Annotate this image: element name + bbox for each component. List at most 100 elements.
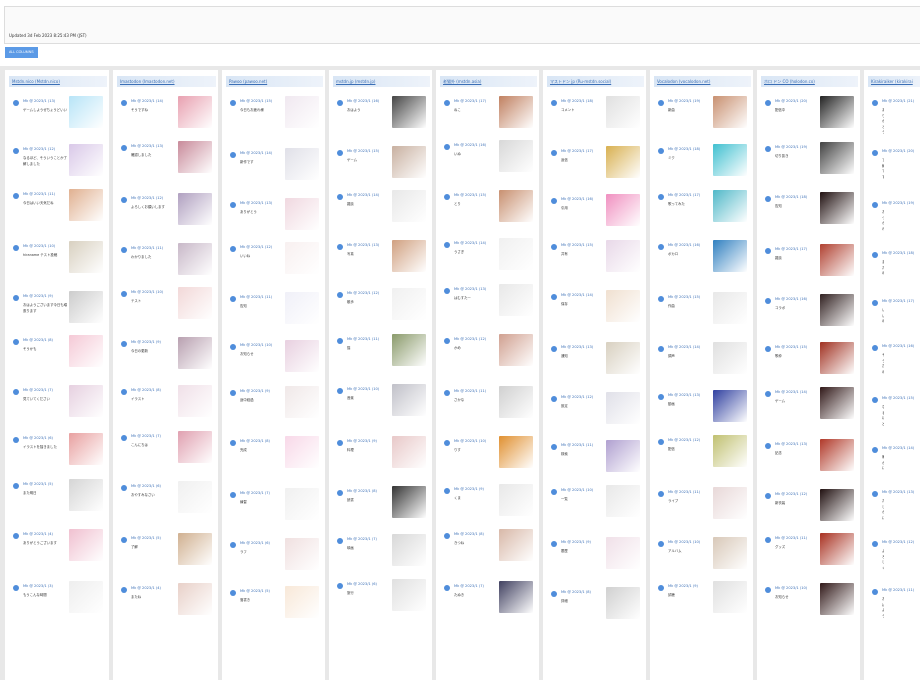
entry-thumbnail[interactable] bbox=[285, 340, 319, 372]
entry-thumbnail[interactable] bbox=[820, 342, 854, 374]
entry-user-link[interactable]: Mk @ 2023/1 (16) bbox=[561, 197, 593, 201]
entry-thumbnail[interactable] bbox=[392, 579, 426, 611]
entry-user-link[interactable]: Mk @ 2023/1 (5) bbox=[131, 536, 161, 540]
entry-user-link[interactable]: Mk @ 2023/1 (19) bbox=[668, 99, 700, 103]
entry-user-link[interactable]: Mk @ 2023/1 (12) bbox=[454, 337, 486, 341]
entry-user-link[interactable]: Mk @ 2023/1 (18) bbox=[668, 147, 700, 151]
entry-user-link[interactable]: Mk @ 2023/1 (13) bbox=[668, 393, 700, 397]
entry-user-link[interactable]: Mk @ 2023/1 (15) bbox=[454, 193, 486, 197]
entry-thumbnail[interactable] bbox=[69, 479, 103, 511]
entry-user-link[interactable]: Mk @ 2023/1 (14) bbox=[882, 446, 914, 450]
entry-user-link[interactable]: Mk @ 2023/1 (4) bbox=[131, 586, 161, 590]
entry-thumbnail[interactable] bbox=[713, 240, 747, 272]
entry-thumbnail[interactable] bbox=[820, 96, 854, 128]
entry-user-link[interactable]: Mk @ 2023/1 (13) bbox=[131, 144, 163, 148]
entry-user-link[interactable]: Mk @ 2023/1 (18) bbox=[561, 99, 593, 103]
entry-thumbnail[interactable] bbox=[69, 335, 103, 367]
entry-user-link[interactable]: Mk @ 2023/1 (16) bbox=[882, 344, 914, 348]
entry-user-link[interactable]: Mk @ 2023/1 (14) bbox=[561, 293, 593, 297]
entry-user-link[interactable]: Mk @ 2023/1 (7) bbox=[240, 491, 270, 495]
entry-thumbnail[interactable] bbox=[69, 189, 103, 221]
entry-thumbnail[interactable] bbox=[499, 529, 533, 561]
entry-user-link[interactable]: Mk @ 2023/1 (13) bbox=[23, 99, 55, 103]
entry-thumbnail[interactable] bbox=[69, 96, 103, 128]
entry-thumbnail[interactable] bbox=[69, 291, 103, 323]
entry-user-link[interactable]: Mk @ 2023/1 (8) bbox=[347, 489, 377, 493]
entry-user-link[interactable]: Mk @ 2023/1 (13) bbox=[240, 201, 272, 205]
entry-user-link[interactable]: Mk @ 2023/1 (19) bbox=[882, 201, 914, 205]
entry-thumbnail[interactable] bbox=[178, 583, 212, 615]
entry-user-link[interactable]: Mk @ 2023/1 (10) bbox=[668, 540, 700, 544]
entry-thumbnail[interactable] bbox=[820, 387, 854, 419]
entry-thumbnail[interactable] bbox=[285, 586, 319, 618]
column-title-link[interactable]: マストドン jp (Ru-mstdn.social) bbox=[547, 76, 644, 87]
entry-thumbnail[interactable] bbox=[606, 342, 640, 374]
entry-thumbnail[interactable] bbox=[392, 190, 426, 222]
entry-user-link[interactable]: Mk @ 2023/1 (6) bbox=[131, 484, 161, 488]
entry-user-link[interactable]: Mk @ 2023/1 (11) bbox=[561, 443, 593, 447]
entry-user-link[interactable]: Mk @ 2023/1 (6) bbox=[347, 582, 377, 586]
entry-thumbnail[interactable] bbox=[499, 436, 533, 468]
entry-user-link[interactable]: Mk @ 2023/1 (8) bbox=[561, 590, 591, 594]
entry-user-link[interactable]: Mk @ 2023/1 (8) bbox=[240, 439, 270, 443]
entry-user-link[interactable]: Mk @ 2023/1 (16) bbox=[347, 99, 379, 103]
entry-user-link[interactable]: Mk @ 2023/1 (15) bbox=[561, 243, 593, 247]
entry-thumbnail[interactable] bbox=[606, 587, 640, 619]
entry-user-link[interactable]: Mk @ 2023/1 (6) bbox=[23, 436, 53, 440]
column-title-link[interactable]: Vocalodon (vocalodon.net) bbox=[654, 76, 751, 87]
entry-thumbnail[interactable] bbox=[178, 481, 212, 513]
entry-thumbnail[interactable] bbox=[392, 146, 426, 178]
entry-user-link[interactable]: Mk @ 2023/1 (12) bbox=[131, 196, 163, 200]
entry-thumbnail[interactable] bbox=[713, 537, 747, 569]
entry-user-link[interactable]: Mk @ 2023/1 (5) bbox=[23, 482, 53, 486]
entry-user-link[interactable]: Mk @ 2023/1 (9) bbox=[454, 487, 484, 491]
entry-thumbnail[interactable] bbox=[499, 190, 533, 222]
entry-user-link[interactable]: Mk @ 2023/1 (14) bbox=[347, 193, 379, 197]
entry-user-link[interactable]: Mk @ 2023/1 (10) bbox=[561, 488, 593, 492]
entry-user-link[interactable]: Mk @ 2023/1 (12) bbox=[240, 245, 272, 249]
entry-user-link[interactable]: Mk @ 2023/1 (11) bbox=[454, 389, 486, 393]
entry-thumbnail[interactable] bbox=[713, 581, 747, 613]
entry-user-link[interactable]: Mk @ 2023/1 (13) bbox=[775, 442, 807, 446]
entry-user-link[interactable]: Mk @ 2023/1 (13) bbox=[882, 490, 914, 494]
entry-user-link[interactable]: Mk @ 2023/1 (9) bbox=[668, 584, 698, 588]
entry-user-link[interactable]: Mk @ 2023/1 (11) bbox=[668, 490, 700, 494]
entry-thumbnail[interactable] bbox=[499, 96, 533, 128]
entry-user-link[interactable]: Mk @ 2023/1 (12) bbox=[347, 291, 379, 295]
entry-thumbnail[interactable] bbox=[285, 538, 319, 570]
column-title-link[interactable]: Imastodon (Imastodon.net) bbox=[117, 76, 216, 87]
entry-user-link[interactable]: Mk @ 2023/1 (10) bbox=[347, 387, 379, 391]
entry-thumbnail[interactable] bbox=[285, 436, 319, 468]
entry-user-link[interactable]: Mk @ 2023/1 (12) bbox=[668, 438, 700, 442]
entry-user-link[interactable]: Mk @ 2023/1 (18) bbox=[775, 195, 807, 199]
entry-user-link[interactable]: Mk @ 2023/1 (12) bbox=[561, 395, 593, 399]
entry-thumbnail[interactable] bbox=[392, 288, 426, 320]
entry-user-link[interactable]: Mk @ 2023/1 (7) bbox=[454, 584, 484, 588]
entry-user-link[interactable]: Mk @ 2023/1 (12) bbox=[23, 147, 55, 151]
entry-thumbnail[interactable] bbox=[285, 242, 319, 274]
entry-user-link[interactable]: Mk @ 2023/1 (9) bbox=[131, 340, 161, 344]
entry-user-link[interactable]: Mk @ 2023/1 (15) bbox=[240, 99, 272, 103]
entry-user-link[interactable]: Mk @ 2023/1 (9) bbox=[347, 439, 377, 443]
entry-user-link[interactable]: Mk @ 2023/1 (10) bbox=[23, 244, 55, 248]
entry-user-link[interactable]: Mk @ 2023/1 (16) bbox=[454, 143, 486, 147]
entry-thumbnail[interactable] bbox=[178, 385, 212, 417]
entry-user-link[interactable]: Mk @ 2023/1 (5) bbox=[240, 589, 270, 593]
entry-thumbnail[interactable] bbox=[392, 436, 426, 468]
entry-thumbnail[interactable] bbox=[713, 96, 747, 128]
entry-user-link[interactable]: Mk @ 2023/1 (8) bbox=[131, 388, 161, 392]
entry-user-link[interactable]: Mk @ 2023/1 (11) bbox=[240, 295, 272, 299]
entry-user-link[interactable]: Mk @ 2023/1 (16) bbox=[775, 297, 807, 301]
entry-user-link[interactable]: Mk @ 2023/1 (3) bbox=[23, 584, 53, 588]
entry-thumbnail[interactable] bbox=[392, 96, 426, 128]
entry-user-link[interactable]: Mk @ 2023/1 (20) bbox=[882, 149, 914, 153]
entry-user-link[interactable]: Mk @ 2023/1 (20) bbox=[775, 99, 807, 103]
entry-user-link[interactable]: Mk @ 2023/1 (11) bbox=[131, 246, 163, 250]
entry-thumbnail[interactable] bbox=[499, 140, 533, 172]
entry-thumbnail[interactable] bbox=[606, 240, 640, 272]
entry-thumbnail[interactable] bbox=[178, 193, 212, 225]
entry-thumbnail[interactable] bbox=[606, 537, 640, 569]
entry-user-link[interactable]: Mk @ 2023/1 (17) bbox=[561, 149, 593, 153]
column-title-link[interactable]: Pawoo (pawoo.net) bbox=[226, 76, 323, 87]
column-title-link[interactable]: ホロ ドン CO (holodon.co) bbox=[761, 76, 858, 87]
